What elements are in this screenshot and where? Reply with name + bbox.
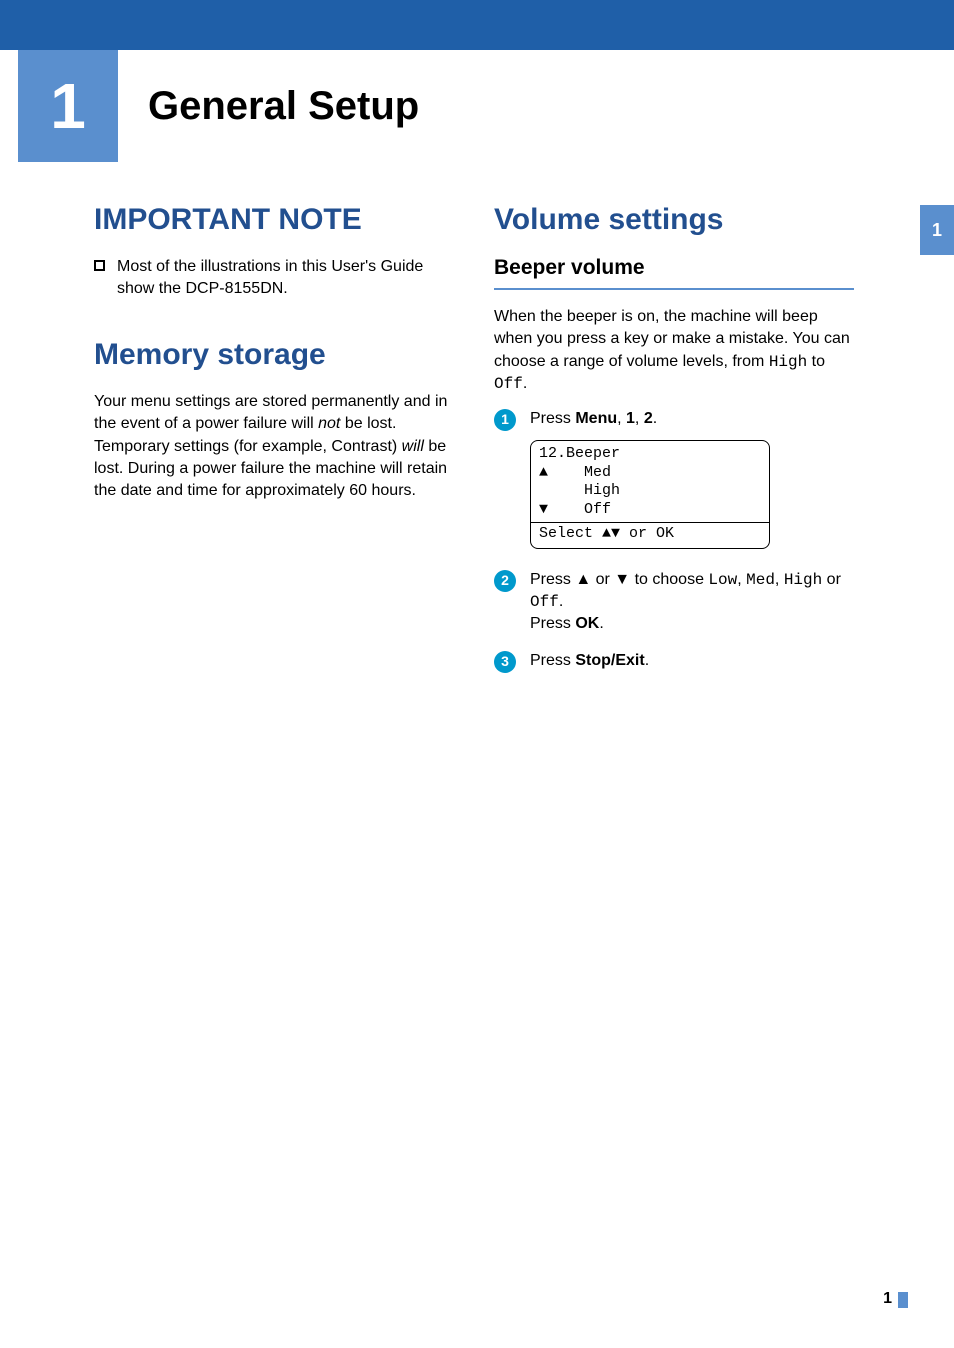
bullet-icon bbox=[94, 260, 105, 271]
step-2: 2 Press ▲ or ▼ to choose Low, Med, High … bbox=[494, 569, 854, 636]
top-bar bbox=[0, 0, 954, 50]
lcd-top: 12.Beeper ▲ Med High ▼ Off bbox=[531, 441, 769, 522]
text: or bbox=[822, 571, 841, 588]
step-3-content: Press Stop/Exit. bbox=[530, 650, 854, 673]
memory-storage-heading: Memory storage bbox=[94, 337, 454, 373]
step-number-3: 3 bbox=[494, 651, 516, 673]
key-1: 1 bbox=[626, 410, 635, 427]
text: . bbox=[599, 615, 603, 632]
left-column: IMPORTANT NOTE Most of the illustrations… bbox=[94, 202, 454, 687]
step-3: 3 Press Stop/Exit. bbox=[494, 650, 854, 673]
text: , bbox=[617, 410, 626, 427]
page-tab-bottom bbox=[898, 1292, 908, 1308]
important-note-bullet: Most of the illustrations in this User's… bbox=[94, 256, 454, 301]
key-ok: OK bbox=[575, 615, 599, 632]
lcd-select-line: Select ▲▼ or OK bbox=[539, 525, 761, 544]
text-mono-med: Med bbox=[746, 571, 775, 589]
lcd-line-2: ▲ Med bbox=[539, 464, 761, 483]
lcd-panel: 12.Beeper ▲ Med High ▼ Off Select ▲▼ or … bbox=[530, 440, 770, 549]
text: Press bbox=[530, 410, 575, 427]
key-2: 2 bbox=[644, 410, 653, 427]
text: to bbox=[807, 353, 825, 370]
text: Press bbox=[530, 615, 575, 632]
lcd-line-1: 12.Beeper bbox=[539, 445, 761, 464]
lcd-line-3: High bbox=[539, 482, 761, 501]
chapter-number: 1 bbox=[50, 69, 86, 143]
important-note-heading: IMPORTANT NOTE bbox=[94, 202, 454, 238]
key-menu: Menu bbox=[575, 410, 617, 427]
text-mono-high: High bbox=[784, 571, 822, 589]
text-mono-low: Low bbox=[708, 571, 737, 589]
chapter-number-box: 1 bbox=[18, 50, 118, 162]
page-number: 1 bbox=[883, 1290, 892, 1308]
step-number-1: 1 bbox=[494, 409, 516, 431]
beeper-intro: When the beeper is on, the machine will … bbox=[494, 306, 854, 396]
chapter-title: General Setup bbox=[148, 84, 419, 129]
text: Press ▲ or ▼ to choose bbox=[530, 571, 708, 588]
lcd-line-4: ▼ Off bbox=[539, 501, 761, 520]
text-italic-will: will bbox=[402, 438, 424, 455]
beeper-volume-heading: Beeper volume bbox=[494, 256, 854, 284]
text: . bbox=[653, 410, 657, 427]
text-mono-off: Off bbox=[530, 593, 559, 611]
step-2-content: Press ▲ or ▼ to choose Low, Med, High or… bbox=[530, 569, 854, 636]
step-1-content: Press Menu, 1, 2. 12.Beeper ▲ Med High ▼… bbox=[530, 408, 854, 555]
chapter-header: 1 General Setup bbox=[18, 50, 954, 162]
step-1: 1 Press Menu, 1, 2. 12.Beeper ▲ Med High… bbox=[494, 408, 854, 555]
lcd-bottom: Select ▲▼ or OK bbox=[531, 522, 769, 548]
page-tab-number: 1 bbox=[932, 220, 942, 241]
text: , bbox=[737, 571, 746, 588]
text-mono-high: High bbox=[769, 353, 807, 371]
content-area: IMPORTANT NOTE Most of the illustrations… bbox=[0, 202, 954, 687]
page-side-tab: 1 bbox=[920, 205, 954, 255]
text: . bbox=[523, 375, 527, 392]
key-stop-exit: Stop/Exit bbox=[575, 652, 644, 669]
subsection-underline bbox=[494, 288, 854, 290]
volume-settings-heading: Volume settings bbox=[494, 202, 854, 238]
text: . bbox=[559, 593, 563, 610]
step-number-2: 2 bbox=[494, 570, 516, 592]
text: Press bbox=[530, 652, 575, 669]
text: . bbox=[645, 652, 649, 669]
right-column: Volume settings Beeper volume When the b… bbox=[494, 202, 854, 687]
memory-storage-body: Your menu settings are stored permanentl… bbox=[94, 391, 454, 503]
important-note-text: Most of the illustrations in this User's… bbox=[117, 256, 454, 301]
text: , bbox=[635, 410, 644, 427]
text-italic-not: not bbox=[318, 415, 340, 432]
text: , bbox=[775, 571, 784, 588]
text-mono-off: Off bbox=[494, 375, 523, 393]
